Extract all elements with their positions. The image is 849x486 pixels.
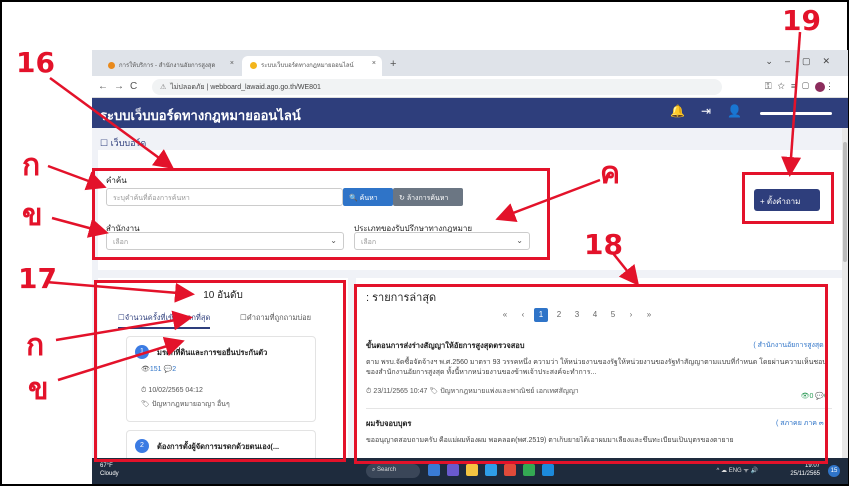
- annotation-17: 17: [18, 262, 57, 295]
- annotation-box-16: [92, 168, 550, 260]
- tab-strip: การให้บริการ - สำนักงานอัยการสูงสุด × ระบ…: [92, 50, 848, 76]
- annotation-box-19: [742, 172, 834, 224]
- header-icons[interactable]: 🔔⇥👤: [670, 104, 758, 118]
- edge-icon[interactable]: [485, 464, 497, 476]
- close-tab-icon[interactable]: ×: [372, 60, 376, 67]
- scroll-thumb[interactable]: [843, 142, 847, 262]
- url-security-label: ไม่ปลอดภัย: [170, 84, 205, 91]
- breadcrumb-label: เว็บบอร์ด: [110, 138, 147, 148]
- annotation-19: 19: [782, 4, 821, 37]
- annotation-kho1: ข: [22, 198, 43, 233]
- notification-badge[interactable]: 15: [828, 465, 840, 477]
- annotation-ka2: ก: [26, 328, 45, 363]
- annotation-box-17: [94, 280, 346, 462]
- annotation-18: 18: [584, 228, 623, 261]
- annotation-kho-k: ค: [600, 156, 621, 191]
- url-input[interactable]: ⚠ ไม่ปลอดภัย | webboard_lawaid.ago.go.th/…: [152, 79, 722, 95]
- window-controls[interactable]: ⌄–▢✕: [765, 56, 842, 67]
- taskbar-search-label: Search: [377, 467, 397, 473]
- user-name-redacted[interactable]: [760, 112, 832, 115]
- close-tab-icon[interactable]: ×: [230, 60, 234, 67]
- warning-icon: ⚠: [160, 84, 167, 91]
- app-title: ระบบเว็บบอร์ดทางกฎหมายออนไลน์: [100, 108, 301, 123]
- clock[interactable]: 19:07 25/11/2565: [790, 462, 820, 478]
- weather-temp: 67°F: [100, 463, 113, 469]
- breadcrumb[interactable]: ☐ เว็บบอร์ด: [100, 136, 146, 150]
- annotation-box-18: [354, 284, 828, 464]
- nav-buttons[interactable]: ←→C: [98, 81, 143, 92]
- profile-avatar[interactable]: [815, 81, 825, 92]
- browser-tab-1[interactable]: การให้บริการ - สำนักงานอัยการสูงสุด ×: [100, 56, 240, 76]
- url-text: webboard_lawaid.ago.go.th/WE801: [210, 84, 321, 91]
- tab-label: การให้บริการ - สำนักงานอัยการสูงสุด: [119, 63, 216, 69]
- system-tray[interactable]: ^ ☁ ENG ᯤ 🔊: [717, 466, 758, 474]
- clock-date: 25/11/2565: [790, 471, 820, 477]
- chrome-icon[interactable]: [523, 464, 535, 476]
- folder-icon[interactable]: [466, 464, 478, 476]
- tab-label: ระบบเว็บบอร์ดทางกฎหมายออนไลน์: [261, 63, 354, 69]
- taskbar-apps: [428, 464, 561, 476]
- app-icon[interactable]: [447, 464, 459, 476]
- lang-indicator: ENG: [728, 468, 742, 474]
- weather-widget[interactable]: 67°F Cloudy: [100, 462, 119, 478]
- taskbar-search[interactable]: ⌕ Search: [366, 464, 420, 478]
- annotation-kho2: ข: [28, 372, 49, 407]
- weather-text: Cloudy: [100, 471, 119, 477]
- app-icon[interactable]: [542, 464, 554, 476]
- new-tab-icon[interactable]: +: [390, 58, 396, 70]
- app-header: ระบบเว็บบอร์ดทางกฎหมายออนไลน์ 🔔⇥👤: [92, 98, 848, 128]
- favicon-icon: [108, 61, 115, 69]
- start-icon[interactable]: [428, 464, 440, 476]
- app-icon[interactable]: [504, 464, 516, 476]
- page-scrollbar[interactable]: [842, 128, 848, 458]
- address-bar: ←→C ⚠ ไม่ปลอดภัย | webboard_lawaid.ago.go…: [92, 76, 848, 98]
- browser-tab-2[interactable]: ระบบเว็บบอร์ดทางกฎหมายออนไลน์ ×: [242, 56, 382, 76]
- favicon-icon: [250, 61, 257, 69]
- annotation-16: 16: [16, 46, 55, 79]
- browser-actions[interactable]: ⚿☆≡▢ ⋮: [765, 81, 840, 92]
- annotation-ka1: ก: [22, 148, 41, 183]
